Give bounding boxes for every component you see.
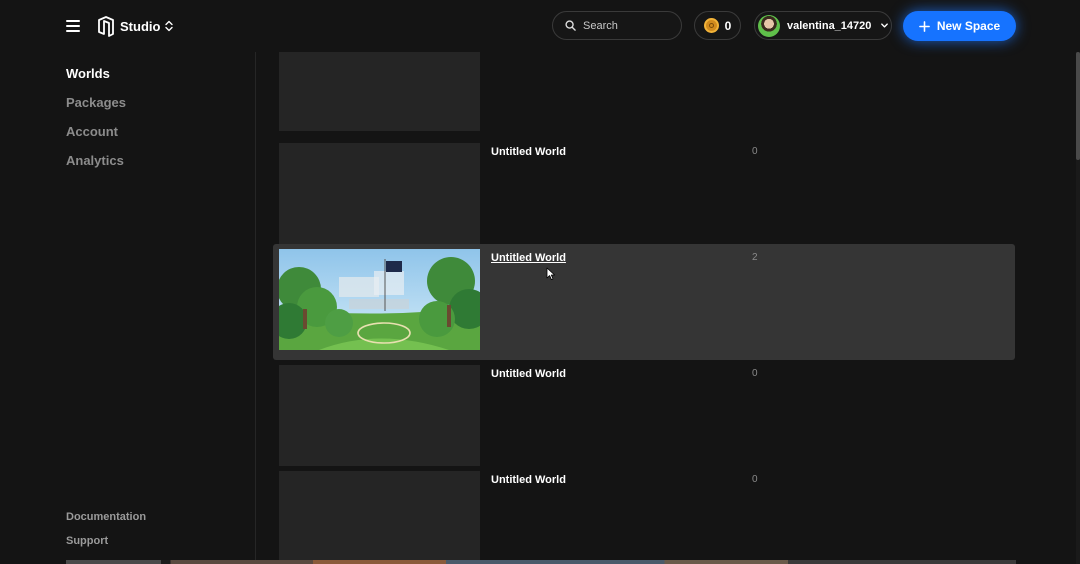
menu-icon[interactable] xyxy=(66,17,84,35)
coin-balance: 0 xyxy=(724,18,732,33)
bottom-thumbnails-strip xyxy=(66,560,1016,564)
world-row[interactable]: Untitled World 0 xyxy=(273,466,1015,564)
world-preview-image xyxy=(279,249,480,350)
coin-icon xyxy=(703,18,719,33)
world-name-link[interactable]: Untitled World xyxy=(491,368,566,380)
studio-logo-icon[interactable] xyxy=(96,15,116,37)
world-count: 2 xyxy=(752,252,758,263)
search-placeholder: Search xyxy=(583,19,618,32)
sidebar-item-account[interactable]: Account xyxy=(66,124,118,139)
studio-switcher[interactable]: Studio xyxy=(120,17,174,35)
world-thumbnail[interactable] xyxy=(279,365,480,466)
scrollbar[interactable] xyxy=(1076,52,1080,564)
world-row[interactable]: Untitled World 0 xyxy=(273,360,1015,476)
chevron-down-icon xyxy=(881,23,889,28)
world-name-link[interactable]: Untitled World xyxy=(491,252,566,264)
scroll-thumb[interactable] xyxy=(1076,52,1080,160)
new-space-label: New Space xyxy=(936,19,1001,33)
worlds-list: Untitled World 0 Untitled World 2 Untitl… xyxy=(256,52,1076,564)
user-menu-button[interactable]: valentina_14720 xyxy=(754,11,892,40)
documentation-link[interactable]: Documentation xyxy=(66,511,146,523)
mouse-cursor-icon xyxy=(546,267,555,280)
world-thumbnail[interactable] xyxy=(279,52,480,131)
plus-icon xyxy=(918,20,930,32)
world-name-link[interactable]: Untitled World xyxy=(491,474,566,486)
sidebar-item-analytics[interactable]: Analytics xyxy=(66,153,124,168)
world-count: 0 xyxy=(752,474,758,485)
world-row[interactable]: Untitled World 0 xyxy=(273,138,1015,254)
world-count: 0 xyxy=(752,368,758,379)
world-row[interactable]: Untitled World 2 xyxy=(273,244,1015,360)
support-link[interactable]: Support xyxy=(66,535,108,547)
world-thumbnail[interactable] xyxy=(279,471,480,564)
new-space-button[interactable]: New Space xyxy=(903,11,1016,41)
sidebar: Worlds Packages Account Analytics Docume… xyxy=(0,52,255,564)
top-header: Studio Search 0 valentina_14720 New Spac… xyxy=(0,0,1080,52)
search-input[interactable]: Search xyxy=(552,11,682,40)
studio-label: Studio xyxy=(120,18,161,34)
world-row[interactable] xyxy=(273,52,1015,141)
avatar xyxy=(758,14,780,37)
world-thumbnail[interactable] xyxy=(279,249,480,350)
world-name-link[interactable]: Untitled World xyxy=(491,146,566,158)
sidebar-item-packages[interactable]: Packages xyxy=(66,95,126,110)
chevron-up-down-icon xyxy=(165,20,174,32)
sidebar-item-worlds[interactable]: Worlds xyxy=(66,66,110,81)
search-icon xyxy=(565,20,576,31)
username: valentina_14720 xyxy=(787,19,872,32)
world-thumbnail[interactable] xyxy=(279,143,480,244)
coin-balance-button[interactable]: 0 xyxy=(694,11,741,40)
world-count: 0 xyxy=(752,146,758,157)
